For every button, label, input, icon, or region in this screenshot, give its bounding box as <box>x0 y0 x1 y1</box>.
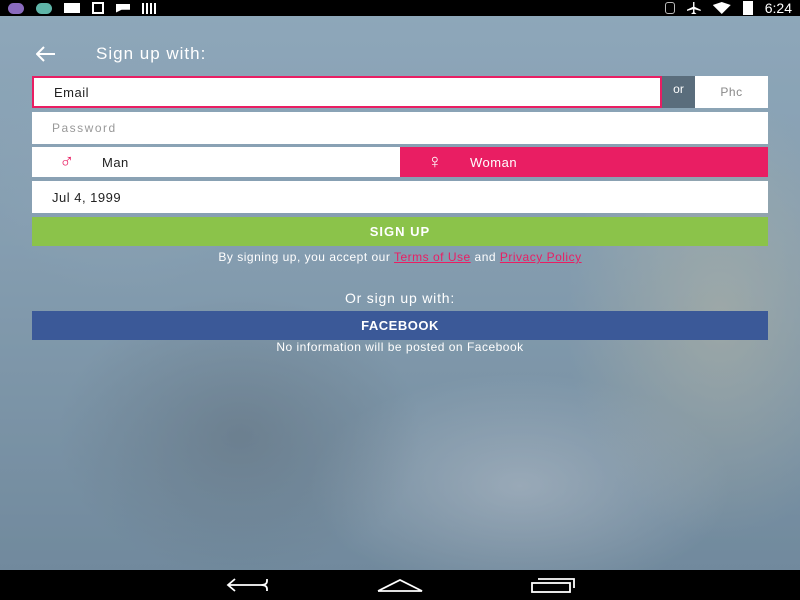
terms-of-use-link[interactable]: Terms of Use <box>394 250 471 264</box>
home-nav-icon[interactable] <box>375 574 425 596</box>
gender-selector: ♂ Man ♀ Woman <box>32 147 768 177</box>
battery-icon <box>742 1 753 15</box>
status-bar-notifications <box>8 2 156 14</box>
or-sign-up-heading: Or sign up with: <box>344 290 456 306</box>
terms-prefix: By signing up, you accept our <box>218 250 391 264</box>
terms-notice: By signing up, you accept our Terms of U… <box>32 250 768 266</box>
app-icon <box>36 2 52 14</box>
wifi-icon <box>712 2 731 14</box>
password-field[interactable]: Password <box>32 112 768 144</box>
back-nav-icon[interactable] <box>222 574 272 596</box>
recents-nav-icon[interactable] <box>528 574 578 596</box>
or-separator: or <box>662 76 695 108</box>
sign-up-button[interactable]: SIGN UP <box>32 217 768 246</box>
message-icon <box>116 3 130 13</box>
email-field[interactable]: Email <box>32 76 662 108</box>
privacy-policy-link[interactable]: Privacy Policy <box>500 250 582 264</box>
app-icon <box>8 2 24 14</box>
header: Sign up with: <box>32 38 206 70</box>
arrow-left-icon[interactable] <box>32 40 60 68</box>
back-nav-glyph <box>226 578 268 592</box>
recents-nav-glyph <box>531 578 576 593</box>
terms-and: and <box>474 250 497 264</box>
mail-icon <box>64 3 80 13</box>
phone-field[interactable]: Phc <box>695 76 768 108</box>
clock: 6:24 <box>764 0 792 16</box>
gender-woman-label: Woman <box>470 154 518 170</box>
contact-row: Email or Phc <box>32 76 768 108</box>
gender-woman-option[interactable]: ♀ Woman <box>400 147 768 177</box>
airplane-mode-icon <box>686 2 701 14</box>
birth-date-field[interactable]: Jul 4, 1999 <box>32 181 768 213</box>
status-bar: 6:24 <box>0 0 800 16</box>
female-symbol-icon: ♀ <box>427 150 443 173</box>
navigation-bar <box>0 570 800 600</box>
male-symbol-icon: ♂ <box>59 150 75 173</box>
facebook-button[interactable]: FACEBOOK <box>32 311 768 340</box>
arrow-left-icon-glyph <box>36 46 55 62</box>
facebook-note: No information will be posted on Faceboo… <box>276 340 524 354</box>
bluetooth-icon <box>664 2 675 14</box>
download-icon <box>92 2 104 14</box>
page-title: Sign up with: <box>96 44 207 63</box>
status-bar-system: 6:24 <box>664 0 792 16</box>
home-nav-glyph <box>377 578 423 592</box>
gender-man-label: Man <box>102 154 129 170</box>
barcode-icon <box>142 2 156 14</box>
gender-man-option[interactable]: ♂ Man <box>32 147 400 177</box>
